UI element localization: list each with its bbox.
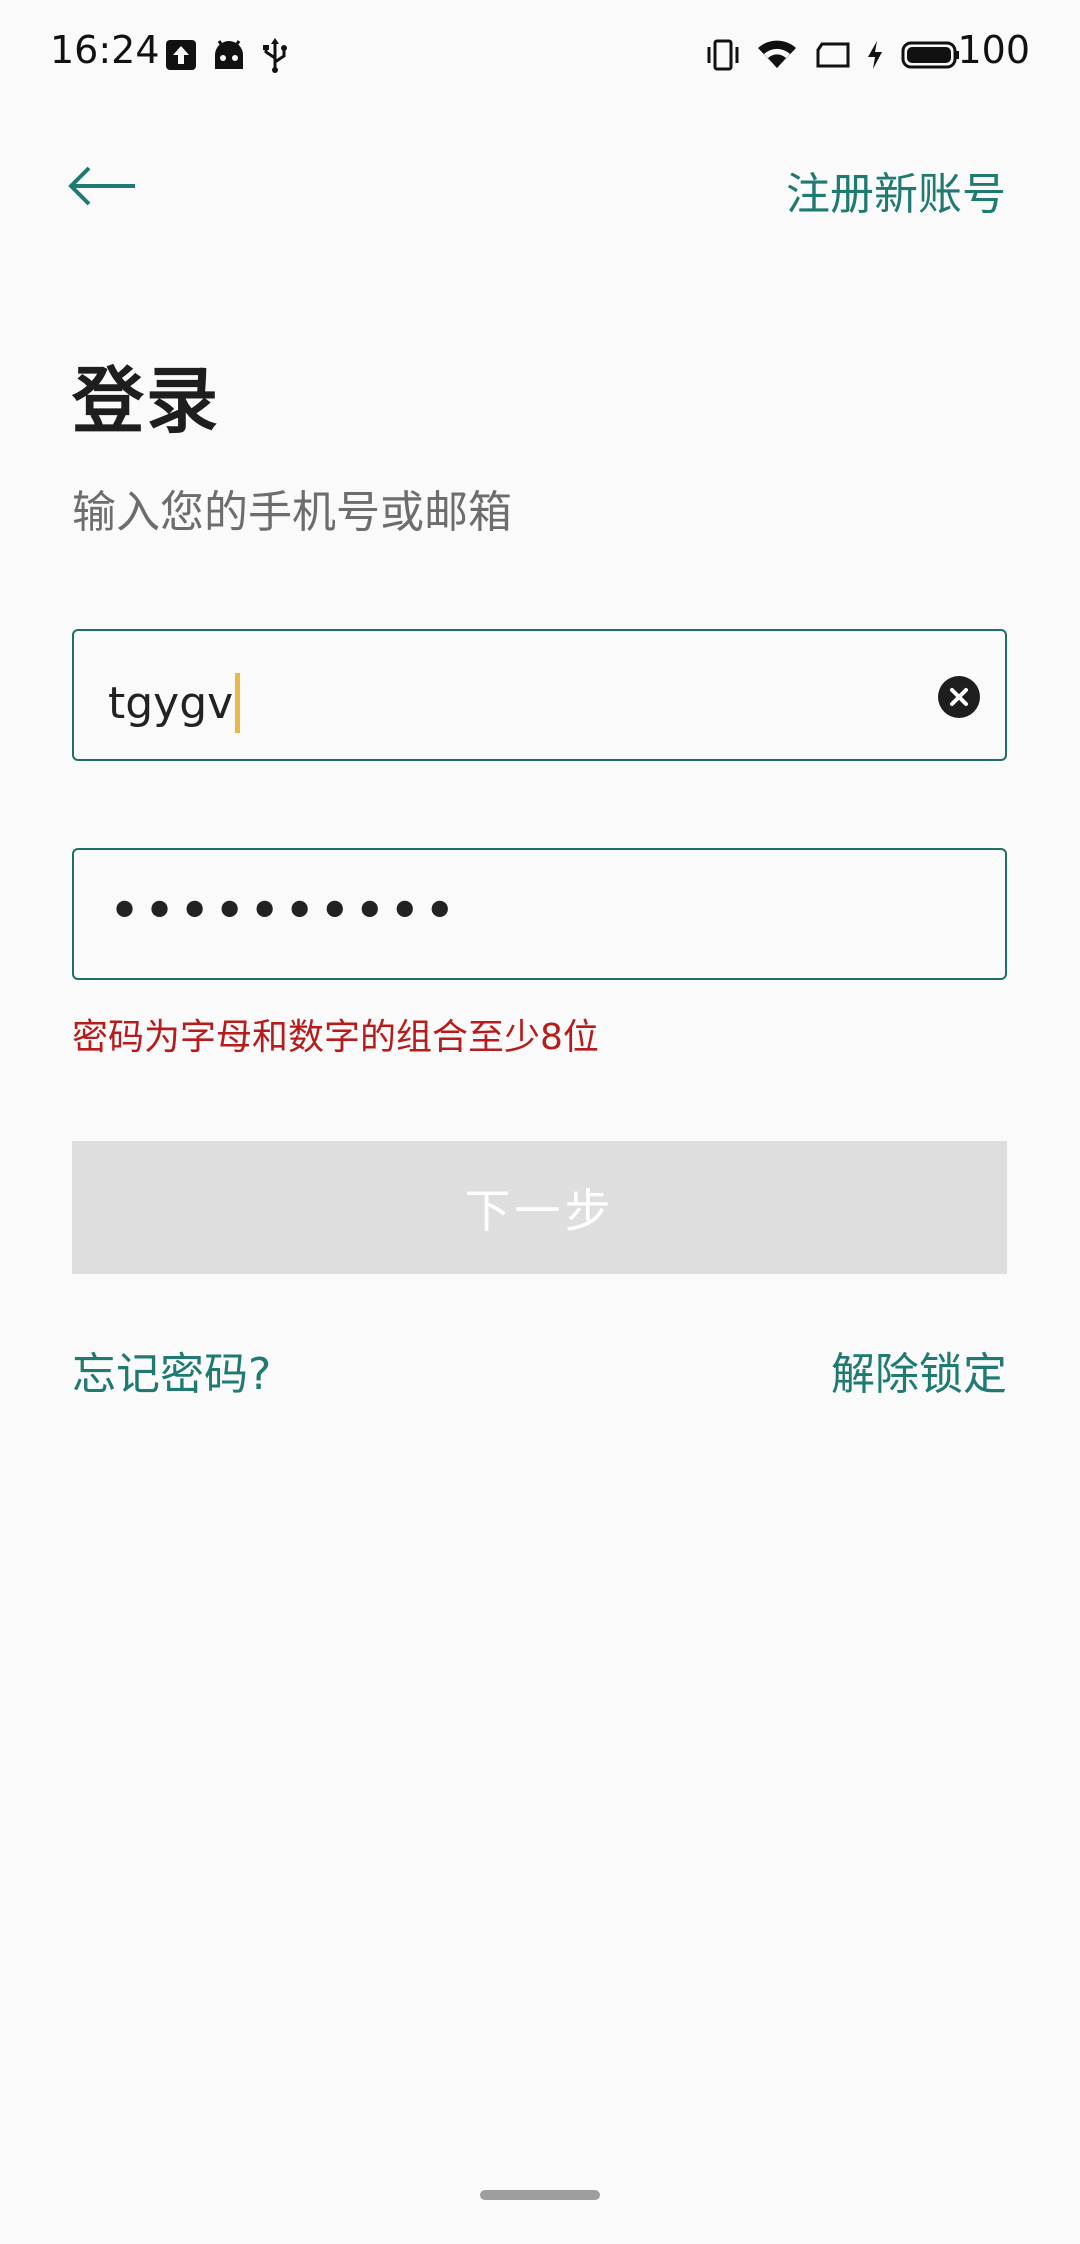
screen-rotation-icon [812, 34, 854, 76]
battery-icon [900, 34, 960, 76]
charging-icon [854, 34, 896, 76]
status-time: 16:24 [50, 28, 160, 72]
register-new-account-link[interactable]: 注册新账号 [786, 158, 1006, 222]
clear-button[interactable] [937, 675, 981, 719]
upload-notification-icon [160, 34, 202, 76]
forgot-password-link[interactable]: 忘记密码? [72, 1338, 271, 1402]
login-screen: 16:24 100 注册新账号 登录 输入您的手机号或邮箱 tgygv ••••… [0, 0, 1080, 2244]
text-caret [235, 673, 241, 733]
account-input-value: tgygv [108, 677, 234, 729]
vibrate-icon [702, 34, 744, 76]
wifi-icon [756, 34, 798, 76]
usb-icon [254, 34, 296, 76]
page-title: 登录 [72, 359, 221, 443]
page-subtitle: 输入您的手机号或邮箱 [72, 487, 512, 538]
password-input-value: •••••••••• [108, 879, 459, 944]
password-input[interactable]: •••••••••• [72, 848, 1007, 980]
clear-circle-icon [938, 676, 980, 718]
unlock-account-link[interactable]: 解除锁定 [831, 1338, 1007, 1402]
battery-level: 100 [957, 28, 1030, 72]
next-button[interactable]: 下一步 [72, 1141, 1007, 1274]
password-error-message: 密码为字母和数字的组合至少8位 [72, 1017, 599, 1058]
account-input-text: tgygv [108, 673, 241, 733]
arrow-left-icon [68, 166, 135, 206]
status-bar: 16:24 100 [0, 0, 1080, 110]
home-indicator[interactable] [480, 2190, 600, 2200]
back-button[interactable] [62, 150, 142, 222]
account-input[interactable]: tgygv [72, 629, 1007, 761]
android-icon [208, 34, 250, 76]
